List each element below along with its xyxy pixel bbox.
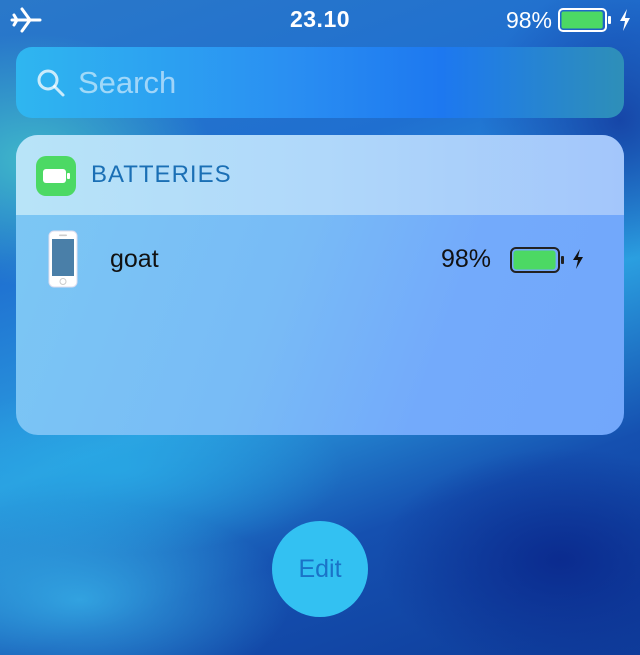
device-name: goat [110,245,159,273]
status-charging-bolt-icon [620,9,630,31]
status-bar: 23.10 98% [0,0,640,40]
widget-title: BATTERIES [91,161,232,188]
search-bar[interactable]: Search [16,47,624,118]
batteries-widget: BATTERIES goat 98% [16,135,624,435]
widget-header[interactable]: BATTERIES [16,135,624,215]
search-icon [37,69,65,96]
search-placeholder[interactable]: Search [78,65,176,101]
device-battery-percent: 98% [440,245,491,273]
status-battery-group: 98% [506,6,632,34]
battery-app-icon [36,156,76,196]
device-row: goat 98% [16,215,624,305]
status-battery-percent: 98% [505,6,552,33]
device-charging-bolt-icon [573,249,583,269]
edit-button[interactable]: Edit [272,521,368,617]
device-battery-icon [510,247,564,273]
iphone-icon [48,230,78,288]
status-battery-icon [558,8,611,32]
